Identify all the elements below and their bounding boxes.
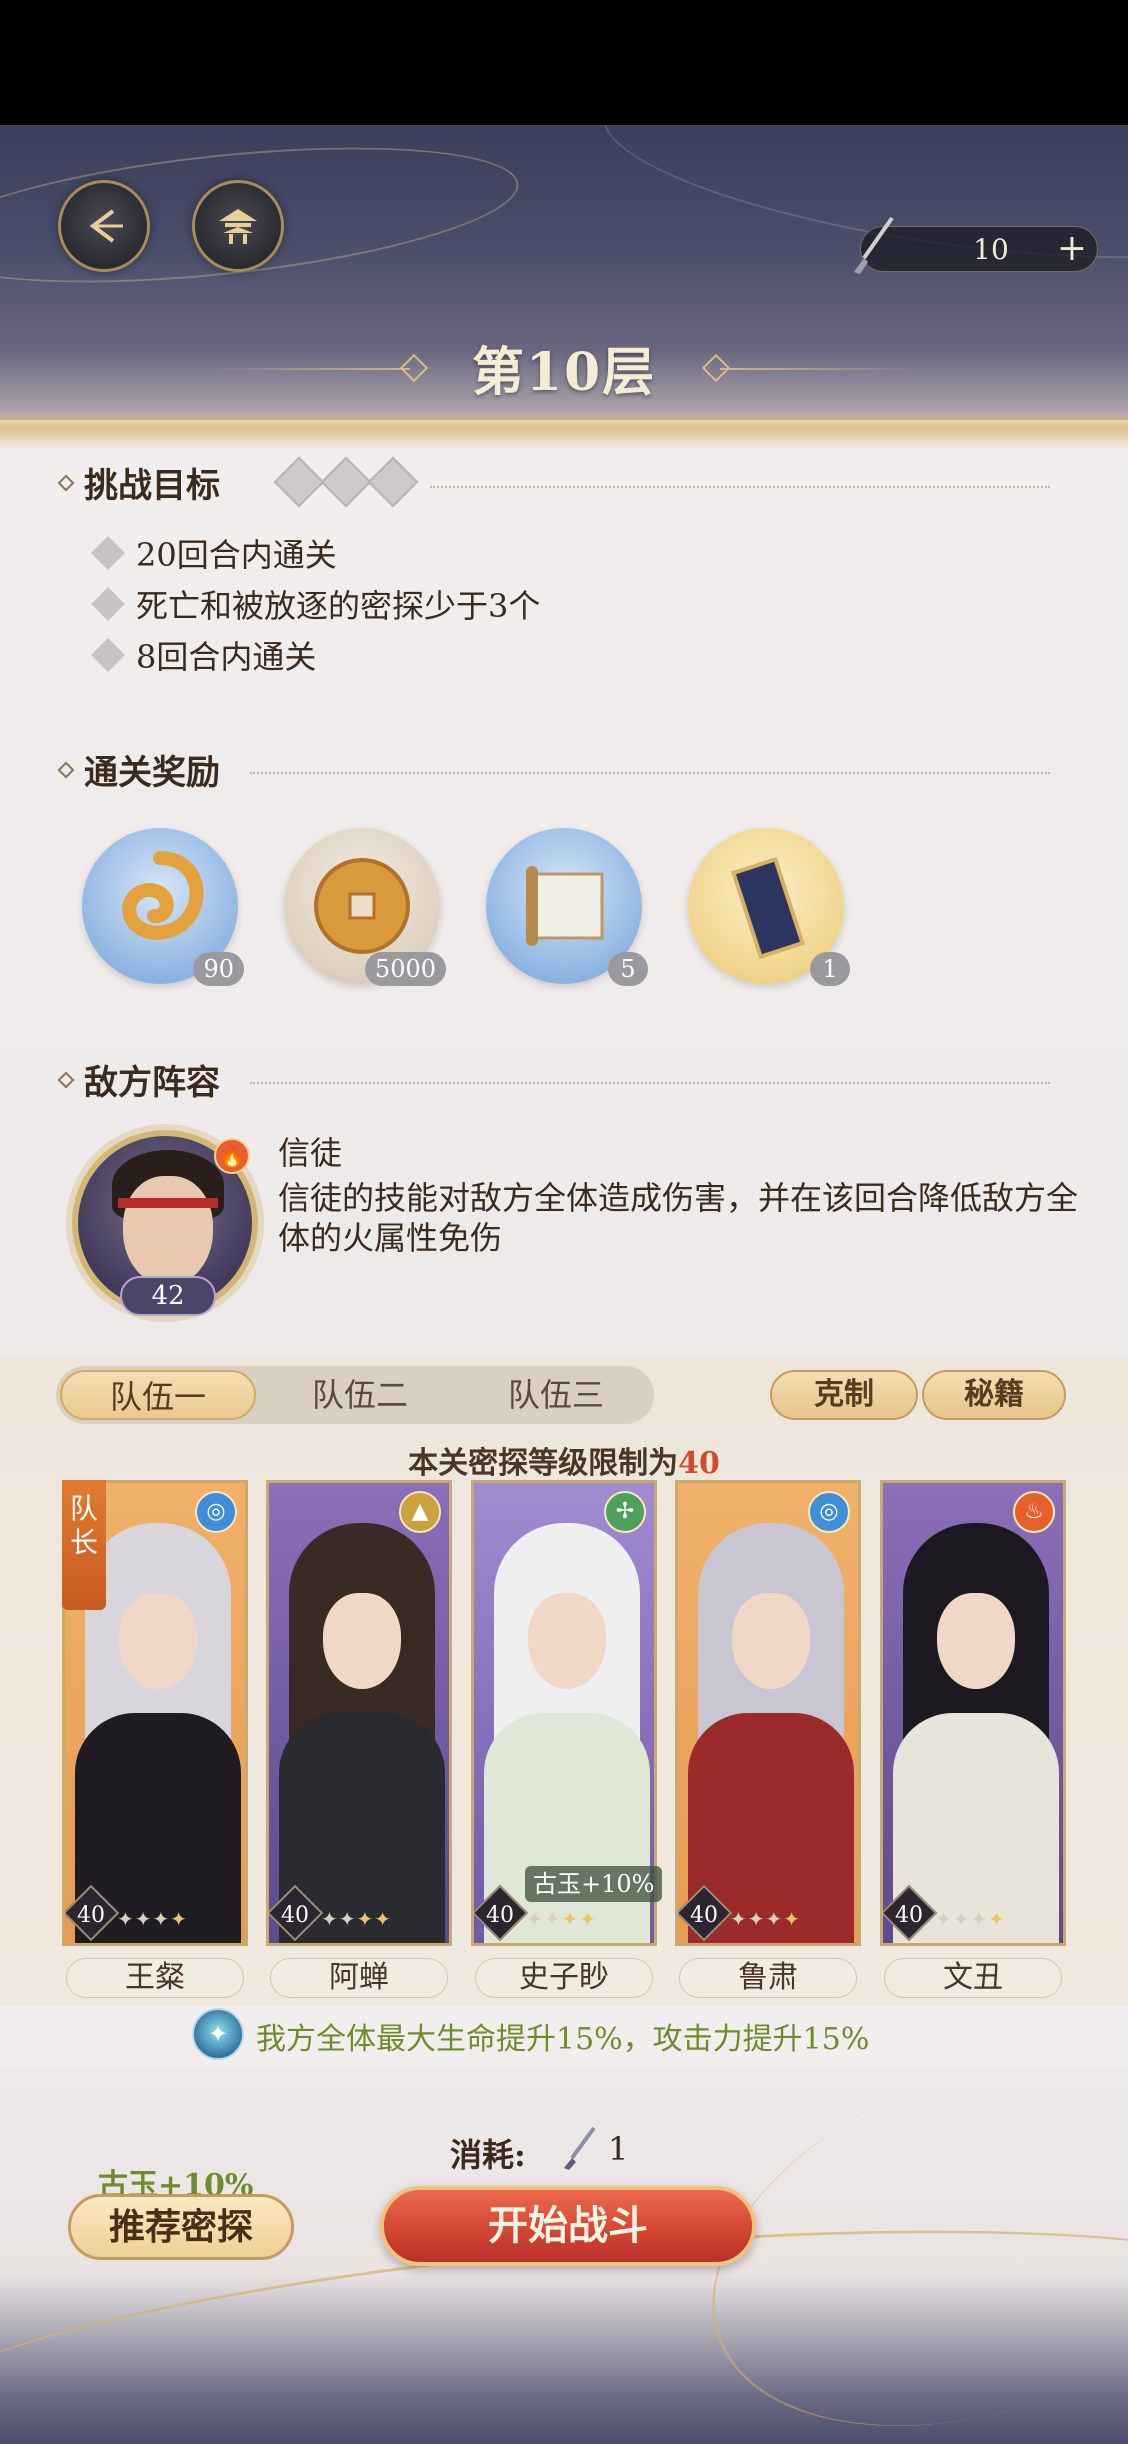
member-name: 阿蝉 bbox=[270, 1958, 448, 1998]
tab-team-3[interactable]: 队伍三 bbox=[458, 1370, 654, 1420]
stamina-value: 10 bbox=[973, 233, 1009, 266]
member-name: 文丑 bbox=[884, 1958, 1062, 1998]
star-rating: ✦✦✦✦ bbox=[935, 1907, 1007, 1931]
star-rating: ✦✦✦✦ bbox=[321, 1907, 393, 1931]
reward-count: 90 bbox=[193, 952, 244, 986]
jade-bonus-tag: 古玉+10% bbox=[525, 1866, 663, 1902]
member-name: 史子眇 bbox=[475, 1958, 653, 1998]
floor-title: 第10层 bbox=[471, 342, 657, 403]
tab-team-1[interactable]: 队伍一 bbox=[60, 1370, 256, 1420]
star-rating: ✦✦✦✦ bbox=[730, 1907, 802, 1931]
panel-gold-edge bbox=[0, 410, 1128, 450]
counter-button[interactable]: 克制 bbox=[770, 1370, 918, 1420]
earth-element-icon: ▲ bbox=[399, 1491, 441, 1533]
member-name: 王粲 bbox=[66, 1958, 244, 1998]
water-element-icon: ◎ bbox=[808, 1491, 850, 1533]
enemy-lineup-heading: 敌方阵容 bbox=[57, 1055, 220, 1104]
reward-count: 5 bbox=[608, 952, 648, 986]
wind-element-icon: ✢ bbox=[604, 1491, 646, 1533]
reward-dragon-jade[interactable]: 90 bbox=[82, 828, 244, 986]
water-element-icon: ◎ bbox=[195, 1491, 237, 1533]
enemy-level-badge: 42 bbox=[120, 1276, 216, 1316]
buff-text: 我方全体最大生命提升15%，攻击力提升15% bbox=[256, 2022, 870, 2057]
status-bar-area bbox=[0, 0, 1128, 125]
reward-scroll[interactable]: 5 bbox=[486, 828, 648, 986]
team-member-card[interactable]: ▲ 40 ✦✦✦✦ bbox=[266, 1480, 452, 1946]
objective-item: 死亡和被放逐的密探少于3个 bbox=[91, 581, 540, 627]
reward-count: 1 bbox=[810, 952, 850, 986]
fire-element-icon: ♨ bbox=[1013, 1491, 1055, 1533]
cost-label: 消耗: bbox=[450, 2136, 526, 2174]
objective-item: 8回合内通关 bbox=[91, 632, 316, 678]
star-rating: ✦✦✦✦ bbox=[526, 1907, 598, 1931]
pavilion-button[interactable] bbox=[192, 180, 284, 272]
add-stamina-button[interactable]: + bbox=[1057, 229, 1087, 269]
back-button[interactable] bbox=[58, 180, 150, 272]
leader-tag: 队长 bbox=[62, 1480, 106, 1610]
reward-count: 5000 bbox=[364, 952, 446, 986]
cost-value: 1 bbox=[608, 2130, 629, 2168]
objectives-heading: 挑战目标 bbox=[57, 458, 220, 507]
rewards-divider bbox=[250, 772, 1050, 774]
brush-icon bbox=[564, 2126, 596, 2170]
enemy-name: 信徒 bbox=[278, 1134, 343, 1172]
tab-team-2[interactable]: 队伍二 bbox=[262, 1370, 458, 1420]
reward-copper-coin[interactable]: 5000 bbox=[284, 828, 446, 986]
level-limit-notice: 本关密探等级限制为40 bbox=[408, 1446, 720, 1481]
team-member-card[interactable]: ◎ 40 ✦✦✦✦ bbox=[675, 1480, 861, 1946]
back-arrow-icon bbox=[89, 209, 123, 243]
enemy-description: 信徒的技能对敌方全体造成伤害，并在该回合降低敌方全体的火属性免伤 bbox=[278, 1179, 1079, 1257]
recommend-agents-button[interactable]: 推荐密探 bbox=[68, 2194, 294, 2260]
buff-icon: ✦ bbox=[192, 2008, 244, 2060]
member-name: 鲁肃 bbox=[679, 1958, 857, 1998]
enemy-divider bbox=[250, 1082, 1050, 1084]
start-battle-button[interactable]: 开始战斗 bbox=[380, 2186, 756, 2266]
star-rating: ✦✦✦✦ bbox=[117, 1907, 189, 1931]
rewards-heading: 通关奖励 bbox=[57, 745, 220, 794]
objective-item: 20回合内通关 bbox=[91, 530, 337, 576]
pavilion-icon bbox=[219, 209, 257, 244]
fire-element-icon: 🔥 bbox=[214, 1138, 250, 1174]
objectives-divider bbox=[430, 486, 1050, 488]
brush-icon bbox=[854, 216, 894, 274]
reward-tablet[interactable]: 1 bbox=[688, 828, 850, 986]
team-member-card[interactable]: ♨ 40 ✦✦✦✦ bbox=[880, 1480, 1066, 1946]
secret-manual-button[interactable]: 秘籍 bbox=[922, 1370, 1066, 1420]
